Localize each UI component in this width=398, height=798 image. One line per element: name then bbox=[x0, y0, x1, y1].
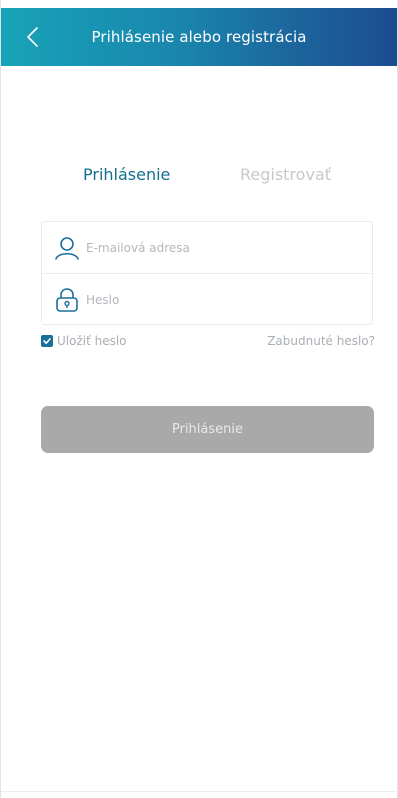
auth-tabs: Prihlásenie Registrovať bbox=[1, 165, 397, 191]
chevron-left-icon bbox=[27, 27, 38, 47]
form-options: Uložiť heslo Zabudnuté heslo? bbox=[41, 334, 375, 350]
checkbox-checked-icon[interactable] bbox=[41, 335, 53, 347]
forgot-password-link[interactable]: Zabudnuté heslo? bbox=[267, 334, 375, 348]
email-input[interactable] bbox=[86, 240, 336, 255]
user-icon bbox=[55, 236, 79, 260]
login-button[interactable]: Prihlásenie bbox=[41, 406, 374, 453]
remember-password-label[interactable]: Uložiť heslo bbox=[57, 334, 127, 348]
password-input[interactable] bbox=[86, 293, 336, 307]
divider bbox=[1, 791, 397, 792]
back-button[interactable] bbox=[23, 25, 45, 49]
tab-register[interactable]: Registrovať bbox=[240, 165, 331, 184]
app-header: Prihlásenie alebo registrácia bbox=[1, 8, 397, 66]
login-screen: Prihlásenie alebo registrácia Prihláseni… bbox=[0, 0, 398, 798]
tab-login[interactable]: Prihlásenie bbox=[83, 165, 170, 184]
password-field-row bbox=[42, 274, 372, 326]
remember-password-checkbox[interactable]: Uložiť heslo bbox=[41, 334, 127, 348]
login-form bbox=[41, 221, 373, 325]
page-title: Prihlásenie alebo registrácia bbox=[91, 28, 307, 46]
email-field-row bbox=[42, 222, 372, 274]
lock-icon bbox=[56, 288, 78, 312]
